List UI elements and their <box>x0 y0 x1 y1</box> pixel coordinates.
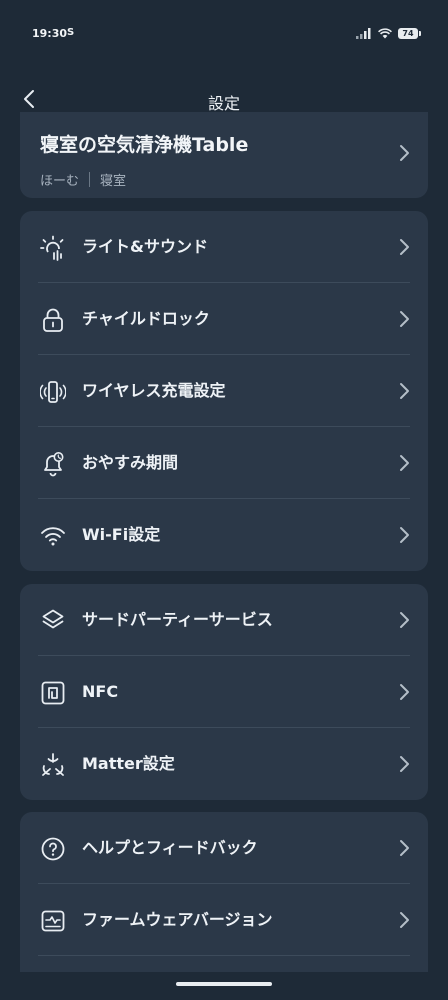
wireless-charging-row[interactable]: ワイヤレス充電設定 <box>20 355 428 427</box>
sleep-period-row[interactable]: おやすみ期間 <box>20 427 428 499</box>
wireless-charging-icon <box>40 381 66 403</box>
child-lock-row[interactable]: チャイルドロック <box>20 283 428 355</box>
matter-label: Matter設定 <box>82 754 175 773</box>
chevron-right-icon <box>400 239 409 255</box>
status-bar: 19:30 S 74 <box>0 0 448 70</box>
device-card[interactable]: 寝室の空気清浄機Table ほーむ 寝室 <box>20 112 428 198</box>
lock-icon <box>43 308 63 332</box>
device-location: ほーむ 寝室 <box>40 170 126 189</box>
firmware-row[interactable]: ファームウェアバージョン <box>20 884 428 956</box>
status-indicator: S <box>67 27 75 38</box>
matter-row[interactable]: Matter設定 <box>20 728 428 800</box>
nfc-icon <box>41 681 65 705</box>
wifi-status-icon <box>378 27 392 38</box>
wifi-settings-label: Wi-Fi設定 <box>82 525 161 544</box>
chevron-right-icon <box>400 840 409 856</box>
chevron-right-icon <box>400 383 409 399</box>
help-icon <box>41 837 65 861</box>
light-sound-label: ライト&サウンド <box>82 237 208 256</box>
page-title: 設定 <box>207 94 240 113</box>
chevron-right-icon <box>400 912 409 928</box>
chevron-right-icon <box>400 311 409 327</box>
chevron-right-icon <box>400 145 409 161</box>
device-room: 寝室 <box>100 174 127 189</box>
third-party-row[interactable]: サードパーティーサービス <box>20 584 428 656</box>
device-name: 寝室の空気清浄機Table <box>40 134 249 156</box>
bell-moon-icon <box>44 452 64 477</box>
wireless-charging-label: ワイヤレス充電設定 <box>82 381 226 400</box>
sleep-period-label: おやすみ期間 <box>82 453 179 472</box>
divider <box>38 955 410 956</box>
battery-level: 74 <box>402 28 414 38</box>
third-party-label: サードパーティーサービス <box>82 610 273 629</box>
chevron-right-icon <box>400 455 409 471</box>
chevron-right-icon <box>400 612 409 628</box>
location-separator <box>89 172 91 187</box>
nfc-row[interactable]: NFC <box>20 656 428 728</box>
light-sound-icon <box>40 235 64 261</box>
help-feedback-row[interactable]: ヘルプとフィードバック <box>20 812 428 884</box>
matter-icon <box>42 753 64 776</box>
settings-group-device: ライト&サウンド チャイルドロック ワイヤレス充電設定 おやすみ期間 Wi-Fi… <box>20 211 428 571</box>
chevron-right-icon <box>400 527 409 543</box>
signal-icon <box>356 27 371 39</box>
nfc-label: NFC <box>82 682 119 701</box>
device-home: ほーむ <box>40 174 80 189</box>
layers-icon <box>42 609 64 629</box>
wifi-settings-row[interactable]: Wi-Fi設定 <box>20 499 428 571</box>
status-time: 19:30 <box>32 27 68 40</box>
light-sound-row[interactable]: ライト&サウンド <box>20 211 428 283</box>
chevron-right-icon <box>400 756 409 772</box>
help-feedback-label: ヘルプとフィードバック <box>82 838 258 857</box>
chevron-right-icon <box>400 684 409 700</box>
status-icons: 74 <box>356 26 421 40</box>
home-indicator[interactable] <box>176 982 272 986</box>
wifi-icon <box>41 527 65 546</box>
battery-indicator: 74 <box>398 27 421 39</box>
firmware-label: ファームウェアバージョン <box>82 910 273 929</box>
settings-group-services: サードパーティーサービス NFC Matter設定 <box>20 584 428 800</box>
firmware-icon <box>41 910 65 932</box>
settings-group-support: ヘルプとフィードバック ファームウェアバージョン <box>20 812 428 972</box>
child-lock-label: チャイルドロック <box>82 309 210 328</box>
